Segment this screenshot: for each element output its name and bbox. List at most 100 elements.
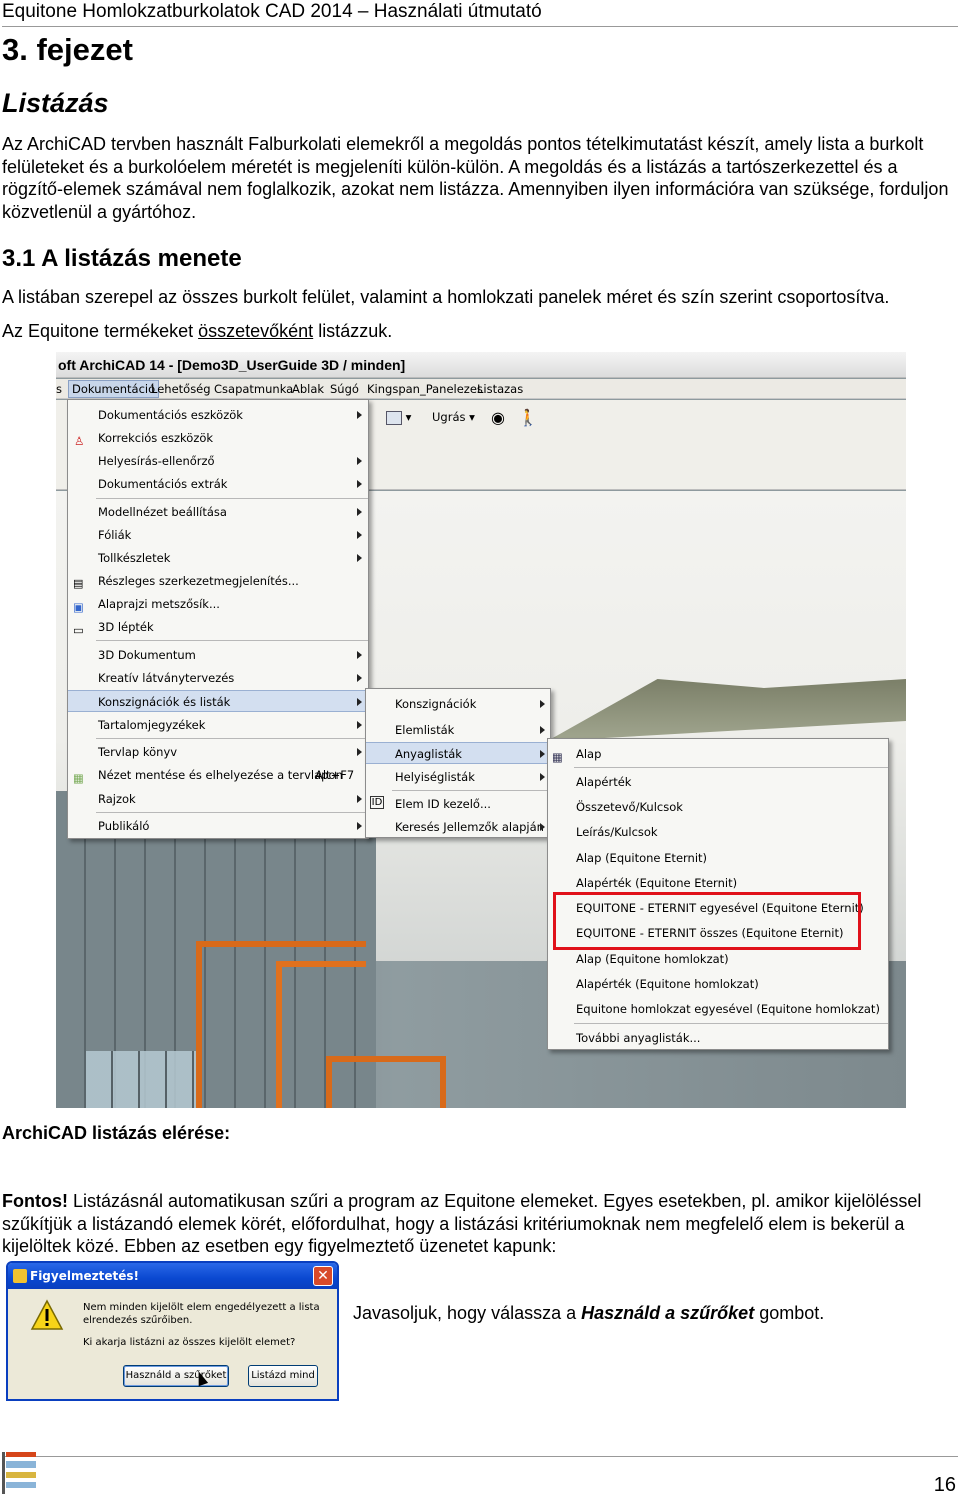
paragraph-products: Az Equitone termékeket összetevőként lis… <box>2 320 952 343</box>
menubar-item-csapatmunka[interactable]: Csapatmunka <box>214 382 293 396</box>
menu-item-helyisegListak[interactable]: Helyiséglisták <box>366 766 550 788</box>
section-title: Listázás <box>2 88 109 118</box>
menu-item-tartalomjegyzekek[interactable]: Tartalomjegyzékek <box>68 714 368 736</box>
recommendation-before: Javasoljuk, hogy válassza a <box>353 1303 582 1323</box>
menu-item-reszleges[interactable]: ▤ Részleges szerkezetmegjelenítés... <box>68 570 368 592</box>
menubar-item-kingspan[interactable]: Kingspan_Panelezes <box>367 382 483 396</box>
menu-item-alap[interactable]: ▦ Alap <box>548 743 888 765</box>
highlight-box <box>553 892 861 950</box>
menu-separator <box>96 498 368 499</box>
menubar-item-lehetoseg[interactable]: Lehetőség <box>151 382 211 396</box>
menu-item-tovabbi-anyaglistak[interactable]: További anyaglisták... <box>548 1027 888 1049</box>
close-button[interactable]: ✕ <box>313 1266 333 1286</box>
recommendation: Javasoljuk, hogy válassza a Használd a s… <box>353 1303 824 1324</box>
menubar-item-s[interactable]: s <box>56 382 62 396</box>
figure-caption: ArchiCAD listázás elérése: <box>2 1123 231 1143</box>
menu-separator <box>96 812 368 813</box>
warning-dialog: Figyelmeztetés! ✕ Nem minden kijelölt el… <box>6 1261 339 1401</box>
menu-item-3d-dokumentum[interactable]: 3D Dokumentum <box>68 644 368 666</box>
para3-after: listázzuk. <box>313 321 393 341</box>
menu-item-kreativ[interactable]: Kreatív látványtervezés <box>68 667 368 689</box>
floorplan-cut-icon: ▣ <box>73 600 84 614</box>
page-number: 16 <box>933 1474 956 1496</box>
menu-item-publikalo[interactable]: Publikáló <box>68 815 368 837</box>
menubar-item-sugo[interactable]: Súgó <box>330 382 359 396</box>
walk-icon[interactable]: 🚶 <box>518 408 538 427</box>
warning-icon <box>30 1299 64 1330</box>
menu-item-elemlistak[interactable]: Elemlisták <box>366 719 550 741</box>
running-header: Equitone Homlokzatburkolatok CAD 2014 – … <box>2 0 958 27</box>
underlined-term: összetevőként <box>198 321 314 341</box>
view-icon[interactable]: ▾ <box>386 410 411 425</box>
menu-item-konszignaciok[interactable]: Konszignációk <box>366 693 550 715</box>
lists-submenu: Konszignációk Elemlisták Anyaglisták Hel… <box>365 688 551 838</box>
menubar-item-dokumentacio[interactable]: Dokumentáció <box>68 380 160 398</box>
menu-item-leiras-kulcsok[interactable]: Leírás/Kulcsok <box>548 821 888 843</box>
menu-item-foliak[interactable]: Fóliák <box>68 524 368 546</box>
goto-dropdown[interactable]: Ugrás ▾ <box>432 410 475 424</box>
menu-item-rajzok[interactable]: Rajzok <box>68 788 368 810</box>
dialog-message: Nem minden kijelölt elem engedélyezett a… <box>83 1302 320 1326</box>
use-filters-button[interactable]: Használd a szűrőket <box>123 1365 229 1387</box>
menu-item-alapertek-equitone-eternit[interactable]: Alapérték (Equitone Eternit) <box>548 872 888 894</box>
hatch-icon: ▤ <box>73 577 84 590</box>
menu-item-dokumentacios-eszkozok[interactable]: Dokumentációs eszközök <box>68 404 368 426</box>
menubar: s Dokumentáció Lehetőség Csapatmunka Abl… <box>56 379 906 399</box>
menu-separator <box>96 738 368 739</box>
menu-item-anyaglistak[interactable]: Anyaglisták <box>366 742 550 764</box>
menu-item-tervlap-konyv[interactable]: Tervlap könyv <box>68 741 368 763</box>
menu-item-kereses[interactable]: Keresés Jellemzők alapján <box>366 816 550 838</box>
id-icon: ID <box>370 796 384 809</box>
dialog-title: Figyelmeztetés! <box>30 1269 139 1283</box>
menubar-item-ablak[interactable]: Ablak <box>292 382 324 396</box>
menu-item-nezet-mentese[interactable]: ▦ Nézet mentése és elhelyezése a tervlapo… <box>68 764 368 786</box>
window-title: oft ArchiCAD 14 - [Demo3D_UserGuide 3D /… <box>56 352 906 378</box>
menu-item-helyesiras[interactable]: Helyesírás-ellenőrző <box>68 450 368 472</box>
documentation-menu: Dokumentációs eszközök ♙ Korrekciós eszkö… <box>67 399 369 839</box>
archicad-screenshot: oft ArchiCAD 14 - [Demo3D_UserGuide 3D /… <box>56 352 906 1108</box>
menu-item-alap-equitone-homlokzat[interactable]: Alap (Equitone homlokzat) <box>548 948 888 970</box>
menu-item-alap-equitone-eternit[interactable]: Alap (Equitone Eternit) <box>548 847 888 869</box>
menu-item-tollkeszletek[interactable]: Tollkészletek <box>68 547 368 569</box>
goto-label: Ugrás <box>432 410 466 424</box>
paragraph-list-content: A listában szerepel az összes burkolt fe… <box>2 287 890 307</box>
subsection-title: 3.1 A listázás menete <box>2 245 242 272</box>
correction-icon: ♙ <box>74 434 85 448</box>
menu-item-alapertek-equitone-homlokzat[interactable]: Alapérték (Equitone homlokzat) <box>548 973 888 995</box>
recommendation-after: gombot. <box>754 1303 825 1323</box>
menu-item-modellnezet[interactable]: Modellnézet beállítása <box>68 501 368 523</box>
menu-separator <box>574 1023 888 1024</box>
equitone-logo-icon <box>2 1452 36 1494</box>
intro-paragraph: Az ArchiCAD tervben használt Falburkolat… <box>2 134 949 222</box>
menu-item-konszignaciok-es-listak[interactable]: Konszignációk és listák <box>68 690 368 712</box>
chapter-heading: 3. fejezet <box>2 32 133 67</box>
menu-item-dokumentacios-extrak[interactable]: Dokumentációs extrák <box>68 473 368 495</box>
app-icon <box>13 1269 27 1283</box>
glass-wall <box>86 1051 196 1108</box>
orange-frame <box>326 1056 446 1108</box>
menu-item-elem-id-kezelo[interactable]: ID Elem ID kezelő... <box>366 793 550 815</box>
menubar-item-listazas[interactable]: Listazas <box>477 382 523 396</box>
dialog-titlebar: Figyelmeztetés! ✕ <box>8 1263 337 1289</box>
menu-separator <box>96 640 368 641</box>
scale-icon: ▭ <box>73 623 84 637</box>
save-view-icon: ▦ <box>73 771 84 785</box>
menu-item-alapertek[interactable]: Alapérték <box>548 771 888 793</box>
dialog-question: Ki akarja listázni az összes kijelölt el… <box>83 1337 296 1348</box>
recommendation-button-name: Használd a szűrőket <box>581 1303 755 1323</box>
table-icon: ▦ <box>552 750 563 764</box>
menu-separator <box>574 767 888 768</box>
note-label: Fontos! <box>2 1191 68 1211</box>
globe-icon[interactable]: ◉ <box>491 408 505 427</box>
canopy-roof <box>551 679 906 739</box>
menu-item-alaprajzi[interactable]: ▣ Alaprajzi metszősík... <box>68 593 368 615</box>
footer-rule <box>2 1456 958 1457</box>
menu-item-korrekcios-eszkozok[interactable]: ♙ Korrekciós eszközök <box>68 427 368 449</box>
menu-item-osszetevo-kulcsok[interactable]: Összetevő/Kulcsok <box>548 796 888 818</box>
para3-before: Az Equitone termékeket <box>2 321 199 341</box>
menu-item-homlokzat-egyesevel[interactable]: Equitone homlokzat egyesével (Equitone h… <box>548 998 888 1020</box>
list-all-button[interactable]: Listázd mind <box>248 1365 318 1387</box>
menu-item-3d-leptek[interactable]: ▭ 3D lépték <box>68 616 368 638</box>
note-paragraph: Fontos! Listázásnál automatikusan szűri … <box>2 1190 952 1258</box>
menu-separator <box>392 790 550 791</box>
